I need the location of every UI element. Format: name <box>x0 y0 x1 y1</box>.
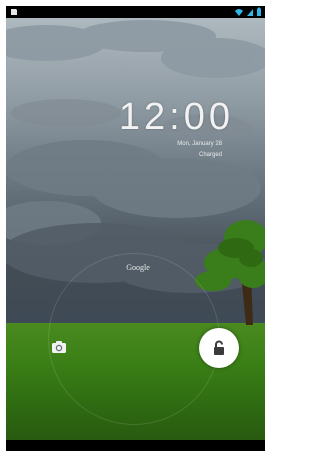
lockscreen: 12:00 Mon, January 28 Charged Google <box>6 18 265 440</box>
status-bar <box>6 6 265 18</box>
status-icons <box>234 7 262 17</box>
clock-time: 12:00 <box>118 96 234 138</box>
bottom-bezel <box>6 440 265 451</box>
battery-icon <box>257 7 261 16</box>
unlock-ring <box>48 253 220 425</box>
unlock-button[interactable] <box>199 328 239 368</box>
camera-icon[interactable] <box>51 340 67 354</box>
device-frame: 12:00 Mon, January 28 Charged Google <box>6 6 265 451</box>
sd-card-icon <box>11 9 17 15</box>
date-label: Mon, January 28 <box>177 141 222 147</box>
wifi-icon <box>235 9 243 16</box>
charge-status: Charged <box>198 152 222 158</box>
signal-icon <box>247 9 253 16</box>
unlock-icon <box>214 340 224 355</box>
